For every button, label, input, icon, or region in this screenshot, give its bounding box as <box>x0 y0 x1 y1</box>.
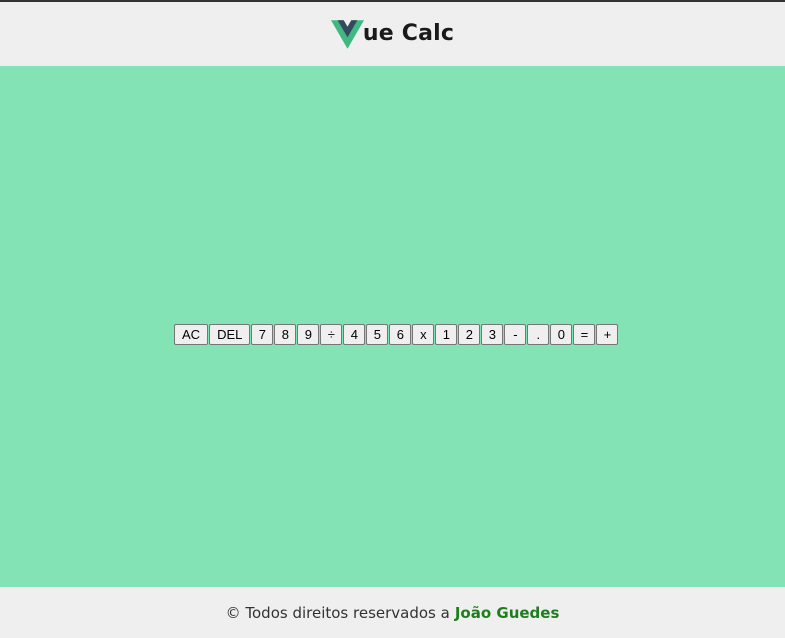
calculator-area: AC DEL 7 8 9 ÷ 4 5 6 x 1 2 3-. 0 = + <box>0 66 785 587</box>
app-header: ue Calc <box>0 2 785 66</box>
key-5[interactable]: 5 <box>366 324 389 345</box>
author-link[interactable]: João Guedes <box>455 604 560 622</box>
key-1[interactable]: 1 <box>435 324 458 345</box>
brand: ue Calc <box>330 19 455 49</box>
vue-logo-icon <box>330 19 364 49</box>
key-8[interactable]: 8 <box>274 324 297 345</box>
copyright-text: © Todos direitos reservados a <box>225 603 450 622</box>
key-6[interactable]: 6 <box>389 324 412 345</box>
key-subtract[interactable]: - <box>504 324 527 345</box>
app-title: ue Calc <box>362 21 455 46</box>
key-equals[interactable]: = <box>573 324 596 345</box>
key-0[interactable]: 0 <box>550 324 573 345</box>
key-decimal[interactable]: . <box>527 324 550 345</box>
key-multiply[interactable]: x <box>412 324 435 345</box>
key-2[interactable]: 2 <box>458 324 481 345</box>
key-divide[interactable]: ÷ <box>320 324 343 345</box>
key-ac[interactable]: AC <box>174 324 209 345</box>
key-3[interactable]: 3 <box>481 324 504 345</box>
key-7[interactable]: 7 <box>251 324 274 345</box>
calculator-keypad: AC DEL 7 8 9 ÷ 4 5 6 x 1 2 3-. 0 = + <box>174 324 619 345</box>
page-footer: © Todos direitos reservados a João Guede… <box>0 587 785 638</box>
key-add[interactable]: + <box>596 324 619 345</box>
key-9[interactable]: 9 <box>297 324 320 345</box>
key-4[interactable]: 4 <box>343 324 366 345</box>
key-del[interactable]: DEL <box>209 324 251 345</box>
